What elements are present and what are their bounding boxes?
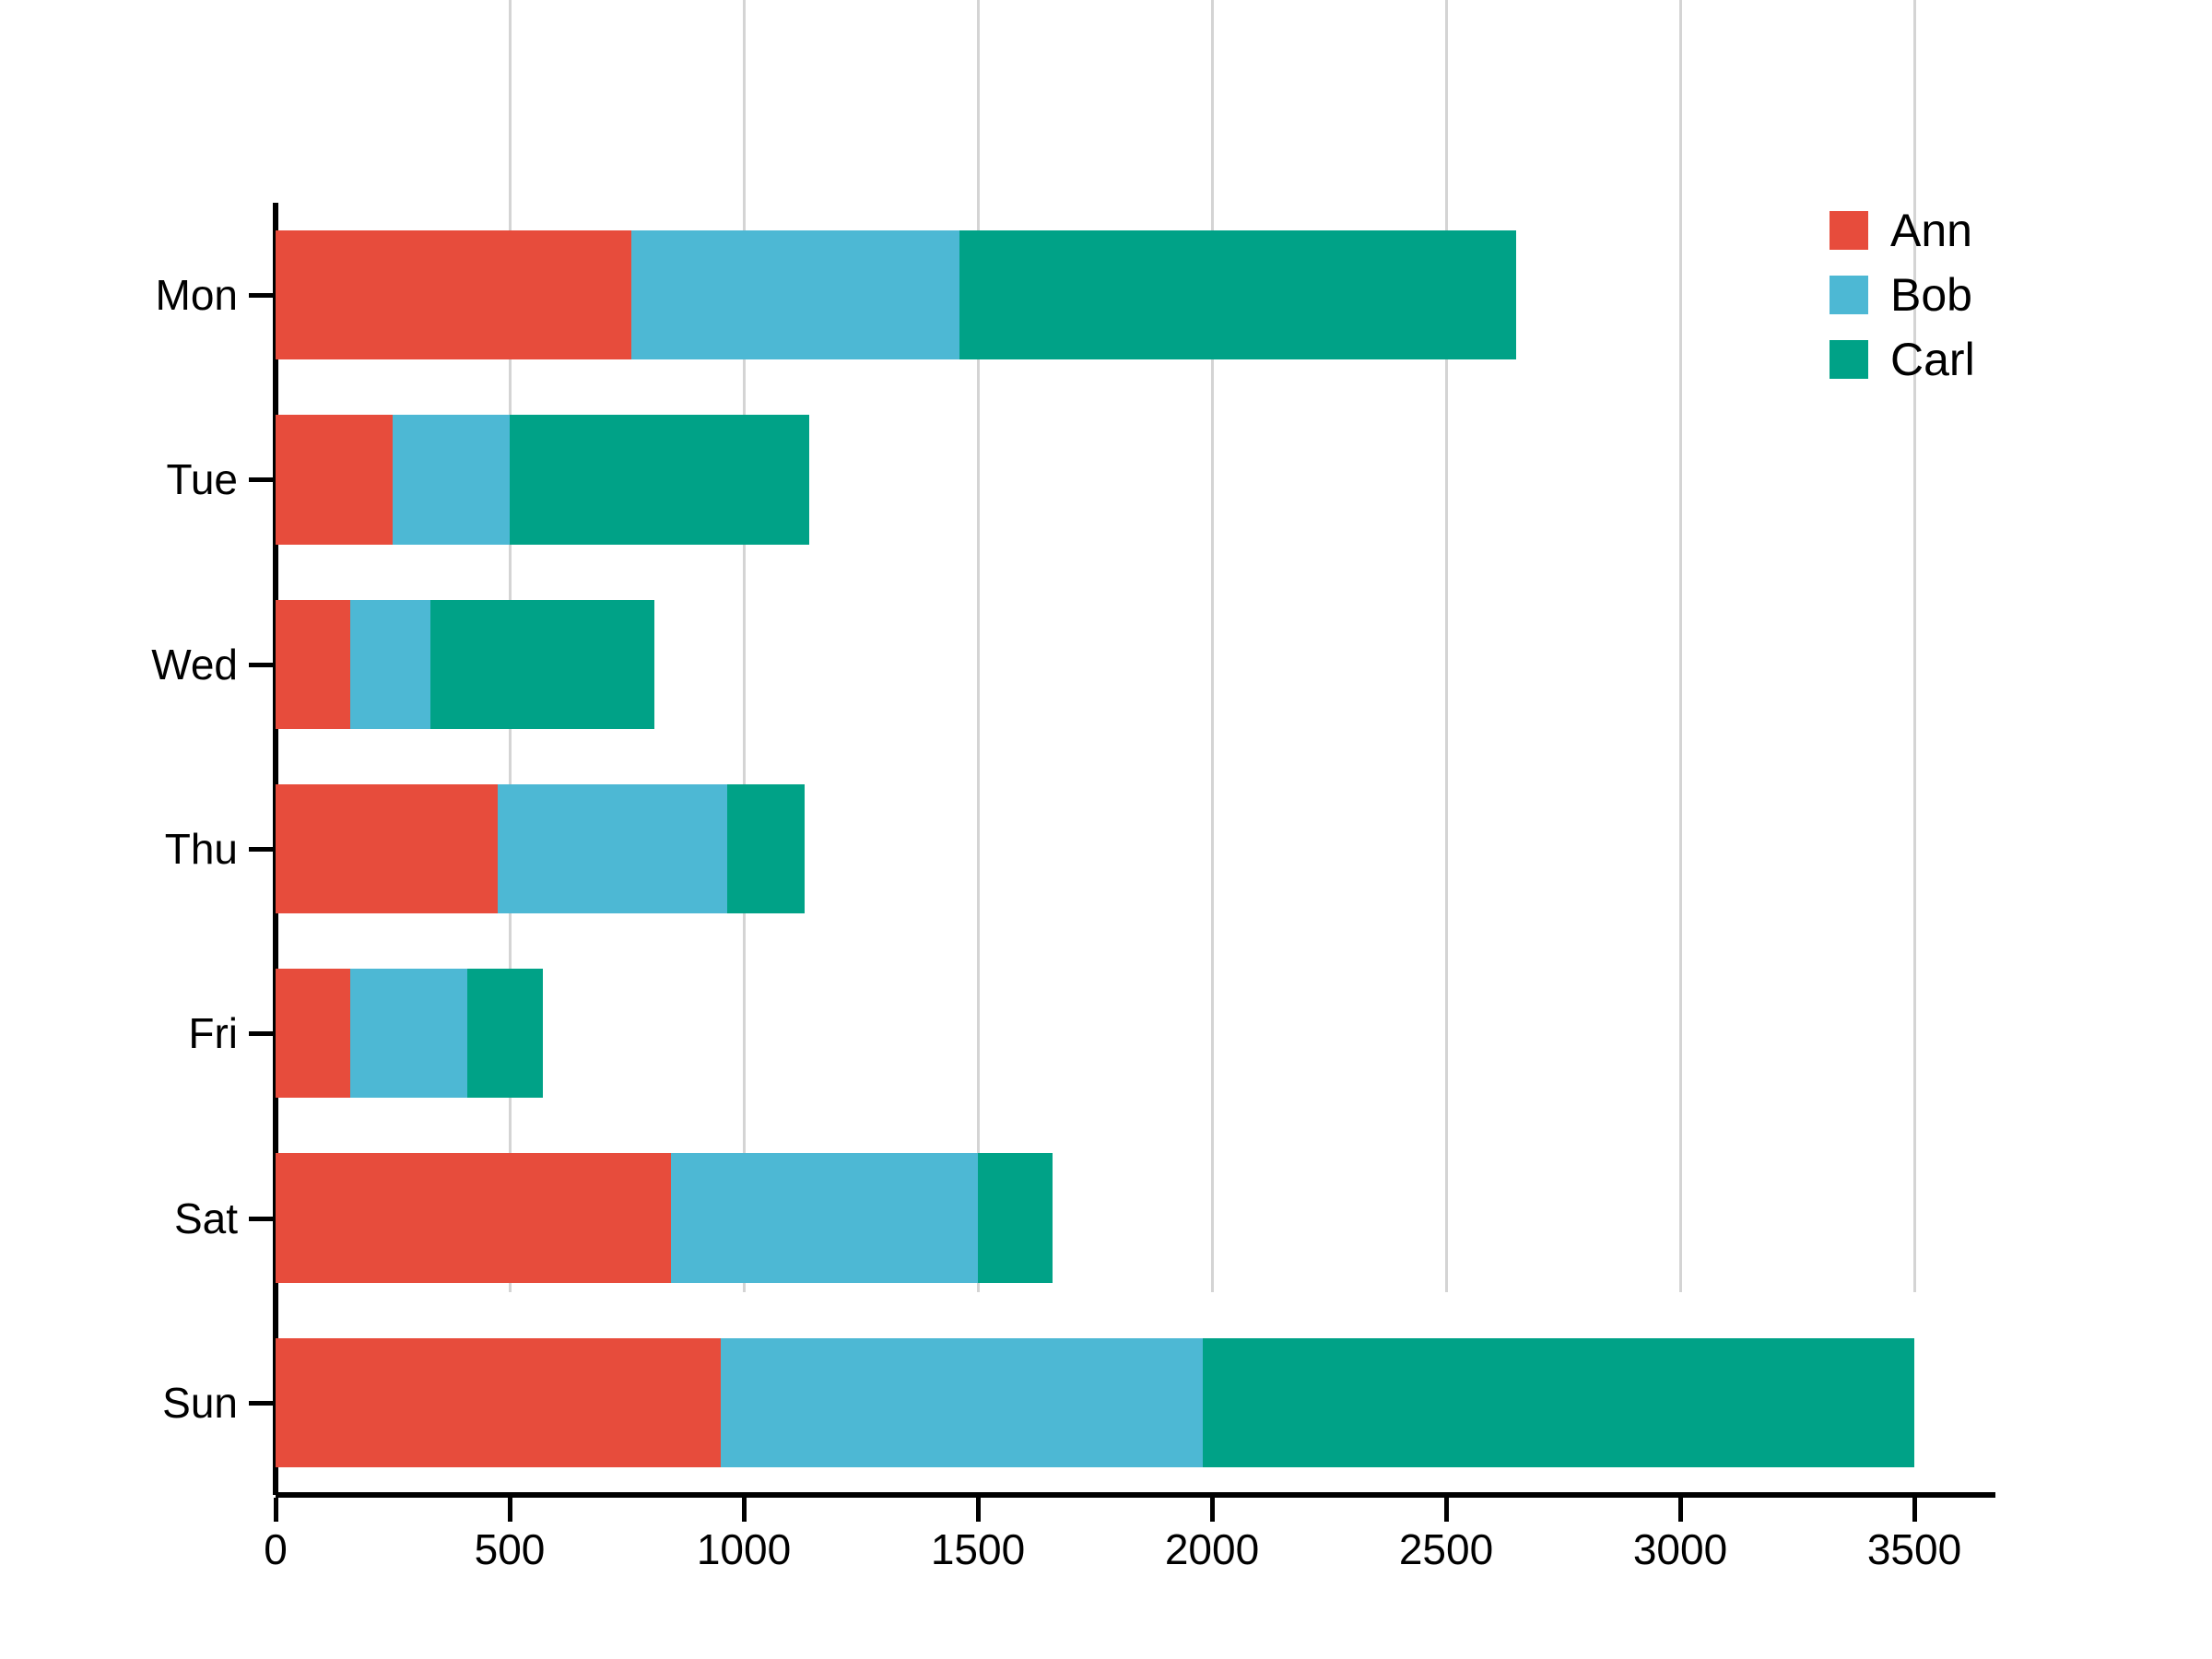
bar-segment-ann[interactable] bbox=[276, 969, 351, 1099]
x-axis-tick bbox=[274, 1498, 278, 1522]
bar-segment-carl[interactable] bbox=[510, 415, 810, 545]
y-axis-tick bbox=[249, 1031, 275, 1037]
bar-segment-carl[interactable] bbox=[727, 783, 806, 914]
x-axis-tick bbox=[1678, 1498, 1683, 1522]
x-axis-tick bbox=[1444, 1498, 1449, 1522]
bar-row bbox=[276, 415, 1914, 545]
x-axis-tick-label: 0 bbox=[264, 1525, 288, 1573]
x-axis-tick-label: 2000 bbox=[1164, 1525, 1260, 1573]
y-axis-tick bbox=[249, 477, 275, 483]
y-axis-tick-label: Wed bbox=[151, 640, 238, 688]
bar-row bbox=[276, 1337, 1914, 1467]
y-axis-tick-label: Fri bbox=[188, 1009, 238, 1058]
bar-row bbox=[276, 1153, 1914, 1283]
x-axis-tick-label: 3500 bbox=[1866, 1525, 1962, 1573]
bar-segment-ann[interactable] bbox=[276, 230, 632, 360]
bar-segment-bob[interactable] bbox=[671, 1153, 978, 1283]
bar-segment-ann[interactable] bbox=[276, 1153, 672, 1283]
chart-figure: 0 500 1000 1500 2000 2500 3000 3500 Mon Tue Wed Th… bbox=[0, 0, 2212, 1659]
x-axis-tick-label: 2500 bbox=[1398, 1525, 1494, 1573]
y-axis-tick bbox=[249, 847, 275, 852]
x-axis-tick-label: 3000 bbox=[1632, 1525, 1728, 1573]
y-axis-tick bbox=[249, 1216, 275, 1221]
y-axis-tick-label: Mon bbox=[155, 271, 238, 320]
bar-segment-bob[interactable] bbox=[350, 969, 468, 1099]
y-axis-tick bbox=[249, 662, 275, 667]
legend-swatch-icon bbox=[1830, 340, 1868, 379]
y-axis-tick bbox=[249, 293, 275, 299]
bar-segment-carl[interactable] bbox=[1202, 1337, 1914, 1467]
legend-swatch-icon bbox=[1830, 211, 1868, 250]
bar-segment-bob[interactable] bbox=[720, 1337, 1203, 1467]
bar-segment-carl[interactable] bbox=[467, 969, 543, 1099]
y-axis-tick-label: Sat bbox=[173, 1194, 238, 1242]
x-axis-tick bbox=[742, 1498, 747, 1522]
x-axis-tick-label: 1000 bbox=[696, 1525, 792, 1573]
bar-segment-ann[interactable] bbox=[276, 415, 393, 545]
plot-area bbox=[276, 203, 1914, 1495]
bar-segment-carl[interactable] bbox=[429, 599, 655, 729]
x-axis-tick bbox=[976, 1498, 981, 1522]
x-axis-tick bbox=[508, 1498, 512, 1522]
y-axis-tick-label: Thu bbox=[164, 825, 238, 873]
bar-segment-ann[interactable] bbox=[276, 599, 351, 729]
bar-row bbox=[276, 969, 1914, 1099]
legend-label: Bob bbox=[1890, 269, 1972, 321]
legend-item-carl[interactable]: Carl bbox=[1830, 327, 1975, 392]
bar-segment-carl[interactable] bbox=[978, 1153, 1053, 1283]
legend-item-ann[interactable]: Ann bbox=[1830, 198, 1975, 263]
legend-item-bob[interactable]: Bob bbox=[1830, 263, 1975, 327]
legend-label: Carl bbox=[1890, 334, 1975, 385]
bar-segment-bob[interactable] bbox=[631, 230, 959, 360]
x-axis-tick-label: 500 bbox=[474, 1525, 546, 1573]
bar-row bbox=[276, 230, 1914, 360]
bar-segment-ann[interactable] bbox=[276, 783, 499, 914]
bar-row bbox=[276, 599, 1914, 729]
bar-row bbox=[276, 783, 1914, 914]
legend-label: Ann bbox=[1890, 205, 1972, 256]
y-axis-tick-label: Sun bbox=[162, 1378, 238, 1427]
bar-segment-bob[interactable] bbox=[498, 783, 728, 914]
x-axis-tick bbox=[1912, 1498, 1917, 1522]
x-axis-tick-label: 1500 bbox=[930, 1525, 1026, 1573]
bar-segment-bob[interactable] bbox=[393, 415, 510, 545]
bar-segment-bob[interactable] bbox=[350, 599, 430, 729]
y-axis-tick-label: Tue bbox=[166, 455, 238, 504]
bar-segment-ann[interactable] bbox=[276, 1337, 721, 1467]
x-axis-tick bbox=[1210, 1498, 1215, 1522]
y-axis-tick bbox=[249, 1400, 275, 1406]
chart-legend: Ann Bob Carl bbox=[1830, 198, 1975, 392]
bar-segment-carl[interactable] bbox=[959, 230, 1517, 360]
legend-swatch-icon bbox=[1830, 276, 1868, 314]
